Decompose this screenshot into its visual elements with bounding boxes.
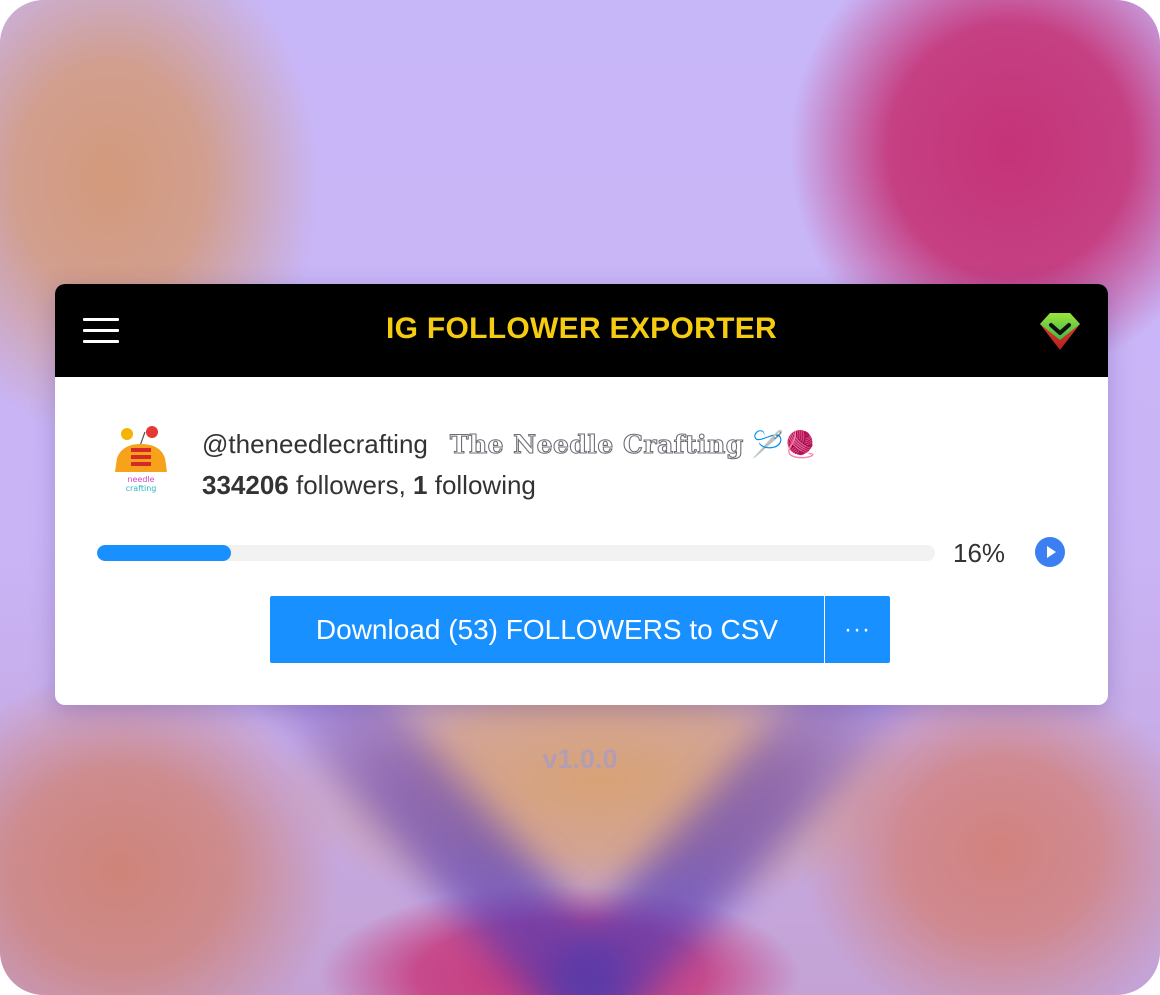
avatar[interactable]: needle crafting [107,424,177,496]
follow-counts: 334206 followers, 1 following [202,470,536,501]
app-title: IG FOLLOWER EXPORTER [385,312,777,345]
followers-count: 334206 [202,470,289,500]
play-icon[interactable] [1035,537,1065,567]
exporter-panel: IG FOLLOWER EXPORTER needle crafting @th… [55,284,1108,705]
download-button-group: Download (53) FOLLOWERS to CSV ··· [270,596,890,663]
progress-bar-fill [97,545,232,561]
display-name: The Needle Crafting [449,429,744,459]
more-options-button[interactable]: ··· [825,596,890,663]
username-link[interactable]: @theneedlecrafting [202,429,428,460]
followers-label: followers, [288,470,414,500]
progress-percent: 16% [953,538,1006,568]
display-name-emoji: 🪡🧶 [751,428,817,459]
version-label: v1.0.0 [542,744,618,774]
header-bar: IG FOLLOWER EXPORTER [55,284,1108,377]
following-count: 1 [413,470,428,500]
progress-bar [97,545,935,561]
app-window: IG FOLLOWER EXPORTER needle crafting @th… [0,0,1160,995]
svg-text:needle: needle [127,475,154,484]
svg-text:crafting: crafting [126,484,157,493]
following-label: following [427,470,536,500]
gem-icon[interactable] [1036,310,1084,352]
username-row: @theneedlecrafting The Needle Crafting 🪡… [202,426,817,462]
download-csv-button[interactable]: Download (53) FOLLOWERS to CSV [270,596,824,663]
